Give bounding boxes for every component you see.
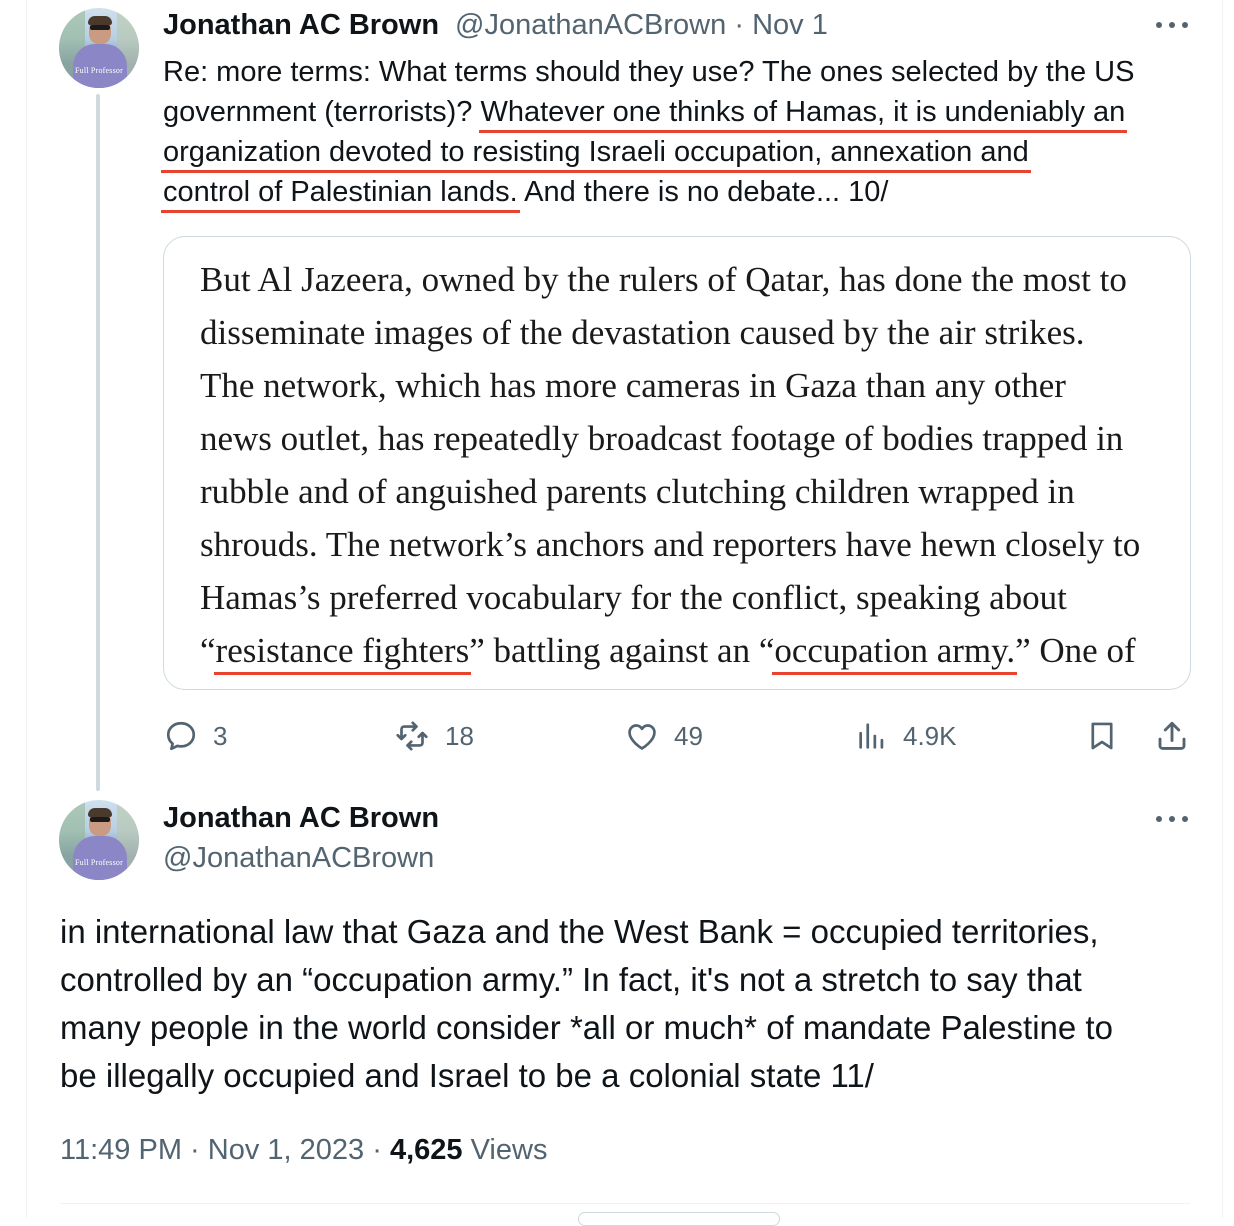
bookmark-icon [1091, 722, 1113, 750]
reply-icon [166, 721, 196, 751]
like-button[interactable]: 49 [624, 717, 703, 755]
tweet-meta: 11:49 PM · Nov 1, 2023 · 4,625 Views [60, 1134, 548, 1166]
avatar-caption: Full Professor [75, 858, 123, 867]
avatar[interactable]: Full Professor [59, 8, 139, 88]
avatar-caption: Full Professor [75, 66, 123, 75]
share-button[interactable] [1154, 717, 1190, 755]
view-count: 4,625 [389, 1134, 463, 1166]
author-handle[interactable]: @JonathanACBrown [163, 842, 434, 875]
tweet-text-line: in international law that Gaza and the W… [60, 913, 1099, 950]
underlined-text: resistance fighters [215, 631, 470, 670]
repost-button[interactable]: 18 [393, 717, 474, 755]
author-handle[interactable]: @JonathanACBrown · Nov 1 [455, 9, 828, 42]
tweet-text: Re: more terms: What terms should they u… [163, 52, 1203, 212]
tweet-text: in international law that Gaza and the W… [60, 908, 1210, 1100]
underlined-text: control of Palestinian lands. [163, 176, 518, 208]
tweet-time[interactable]: 11:49 PM [60, 1134, 182, 1166]
excerpt-line: “resistance fighters” battling against a… [200, 631, 1136, 670]
avatar[interactable]: Full Professor [59, 800, 139, 880]
tweet-date: Nov 1 [752, 9, 828, 41]
views-button[interactable]: 4.9K [855, 717, 957, 755]
timeline-border-left [26, 0, 27, 1218]
repost-icon [396, 721, 428, 751]
attached-image-card[interactable]: But Al Jazeera, owned by the rulers of Q… [163, 236, 1191, 690]
excerpt-line: Hamas’s preferred vocabulary for the con… [200, 578, 1067, 617]
more-icon[interactable] [1156, 20, 1190, 30]
excerpt-line: news outlet, has repeatedly broadcast fo… [200, 419, 1124, 458]
underlined-text: organization devoted to resisting Israel… [163, 136, 1029, 168]
tweet-text-line: be illegally occupied and Israel to be a… [60, 1057, 874, 1094]
tweet-text-line: controlled by an “occupation army.” In f… [60, 961, 1082, 998]
article-excerpt: But Al Jazeera, owned by the rulers of Q… [200, 253, 1170, 677]
views-count: 4.9K [903, 720, 957, 751]
excerpt-line: rubble and of anguished parents clutchin… [200, 472, 1075, 511]
scroll-pill[interactable] [578, 1212, 780, 1226]
thread-connector-line [96, 94, 100, 791]
underlined-text: occupation army. [774, 631, 1016, 670]
tweet-text-line: organization devoted to resisting Israel… [163, 132, 1203, 172]
views-icon [859, 723, 884, 749]
tweet-text-line: control of Palestinian lands. And there … [163, 176, 889, 208]
tweet-date[interactable]: Nov 1, 2023 [208, 1134, 364, 1166]
divider [60, 1203, 1190, 1204]
bookmark-button[interactable] [1085, 717, 1119, 755]
author-name[interactable]: Jonathan AC Brown [163, 802, 439, 835]
excerpt-line: But Al Jazeera, owned by the rulers of Q… [200, 260, 1127, 299]
reply-count: 3 [213, 720, 228, 751]
like-count: 49 [674, 720, 703, 751]
repost-count: 18 [445, 720, 474, 751]
tweet-text-line: many people in the world consider *all o… [60, 1009, 1113, 1046]
views-label: Views [470, 1134, 548, 1166]
like-icon [628, 724, 656, 750]
share-icon [1158, 721, 1186, 750]
tweet-text-line: government (terrorists)? Whatever one th… [163, 96, 1126, 128]
tweet-text-line: Re: more terms: What terms should they u… [163, 56, 1135, 88]
timeline-border-right [1222, 0, 1223, 1218]
excerpt-line: disseminate images of the devastation ca… [200, 313, 1085, 352]
excerpt-line: shrouds. The network’s anchors and repor… [200, 525, 1141, 564]
excerpt-line: The network, which has more cameras in G… [200, 366, 1066, 405]
reply-button[interactable]: 3 [163, 717, 227, 755]
more-icon[interactable] [1156, 814, 1190, 824]
underlined-text: Whatever one thinks of Hamas, it is unde… [480, 96, 1126, 128]
author-name[interactable]: Jonathan AC Brown [163, 9, 439, 42]
